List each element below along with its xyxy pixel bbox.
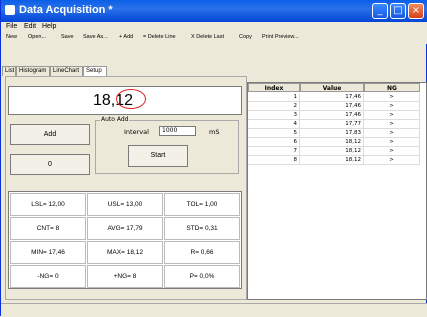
menu-edit[interactable]: Edit (24, 23, 36, 30)
row-ng: > (364, 156, 420, 165)
stat-avg: AVG= 17,79 (87, 217, 163, 240)
stat-max: MAX= 18,12 (87, 241, 163, 264)
row-index: 4 (248, 120, 300, 129)
stat-tol: TOL= 1,00 (164, 193, 240, 216)
tab-histogram[interactable]: Histogram (16, 66, 50, 76)
row-ng: > (364, 147, 420, 156)
close-button[interactable]: × (408, 3, 424, 19)
menu-help[interactable]: Help (42, 23, 56, 30)
add-toolbar-button[interactable]: + Add (119, 34, 133, 40)
header-value[interactable]: Value (300, 83, 364, 92)
measurement-panel: 18,12 Add 0 Auto Add Interval 1000 mS St… (5, 76, 247, 300)
row-value: 17,46 (300, 111, 364, 120)
row-value: 17,46 (300, 93, 364, 102)
row-index: 7 (248, 147, 300, 156)
add-button[interactable]: Add (10, 124, 90, 145)
save-as-button[interactable]: Save As... (83, 34, 108, 40)
interval-unit: mS (209, 128, 220, 136)
stat-min: MIN= 17,46 (10, 241, 86, 264)
stat-usl: USL= 13,00 (87, 193, 163, 216)
stat-pos-ng: +NG= 8 (87, 265, 163, 288)
title-bar[interactable]: Data Acquisition * _ □ × (1, 0, 427, 22)
row-ng: > (364, 138, 420, 147)
new-button[interactable]: New (6, 34, 17, 40)
highlight-circle (116, 89, 146, 109)
current-value-display: 18,12 (8, 86, 242, 115)
row-ng: > (364, 120, 420, 129)
window-title: Data Acquisition * (19, 4, 113, 16)
status-bar (1, 303, 427, 317)
row-value: 17,46 (300, 102, 364, 111)
row-index: 2 (248, 102, 300, 111)
tab-setup[interactable]: Setup (83, 66, 107, 76)
minimize-button[interactable]: _ (372, 3, 388, 19)
row-value: 18,12 (300, 138, 364, 147)
auto-add-group: Auto Add Interval 1000 mS Start (95, 116, 239, 174)
row-value: 17,77 (300, 120, 364, 129)
tab-list[interactable]: List (2, 66, 16, 76)
open-button[interactable]: Open... (28, 34, 46, 40)
header-index[interactable]: Index (248, 83, 300, 92)
interval-label: Interval (124, 128, 149, 136)
row-index: 3 (248, 111, 300, 120)
tab-linechart[interactable]: LineChart (50, 66, 83, 76)
stat-neg-ng: -NG= 0 (10, 265, 86, 288)
row-value: 18,12 (300, 147, 364, 156)
stat-percent: P= 0,0% (164, 265, 240, 288)
start-button[interactable]: Start (128, 145, 188, 167)
row-ng: > (364, 129, 420, 138)
stat-lsl: LSL= 12,00 (10, 193, 86, 216)
app-icon (5, 5, 15, 15)
menu-bar: File Edit Help (2, 22, 427, 33)
maximize-button[interactable]: □ (390, 3, 406, 19)
toolbar: New Open... Save Save As... + Add = Dele… (2, 33, 427, 44)
row-value: 18,12 (300, 156, 364, 165)
delete-line-button[interactable]: = Delete Line (143, 34, 176, 40)
copy-button[interactable]: Copy (239, 34, 252, 40)
row-index: 1 (248, 93, 300, 102)
row-index: 6 (248, 138, 300, 147)
save-button[interactable]: Save (61, 34, 74, 40)
stat-cnt: CNT= 8 (10, 217, 86, 240)
auto-add-label: Auto Add (100, 116, 130, 123)
print-preview-button[interactable]: Print Preview... (262, 34, 299, 40)
row-index: 5 (248, 129, 300, 138)
app-window: Data Acquisition * _ □ × File Edit Help … (0, 0, 427, 317)
statistics-grid: LSL= 12,00 USL= 13,00 TOL= 1,00 CNT= 8 A… (8, 191, 242, 289)
header-ng[interactable]: NG (364, 83, 420, 92)
stat-std: STD= 0,31 (164, 217, 240, 240)
row-ng: > (364, 111, 420, 120)
row-value: 17,83 (300, 129, 364, 138)
row-ng: > (364, 102, 420, 111)
interval-input[interactable]: 1000 (159, 126, 196, 136)
stat-range: R= 0,66 (164, 241, 240, 264)
zero-button[interactable]: 0 (10, 154, 90, 175)
delete-last-button[interactable]: X Delete Last (191, 34, 224, 40)
menu-file[interactable]: File (6, 23, 17, 30)
data-table: Index Value NG 1 17,46 > 2 17,46 > 3 17,… (247, 82, 427, 300)
row-ng: > (364, 93, 420, 102)
row-index: 8 (248, 156, 300, 165)
